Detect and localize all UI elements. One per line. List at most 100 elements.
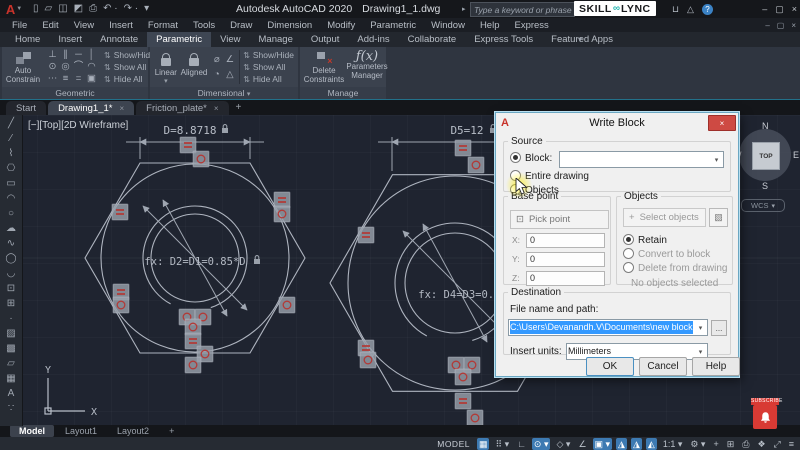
line-tool-icon[interactable]: ╱ (8, 116, 14, 131)
file-tab-friction-plate[interactable]: Friction_plate* × (136, 101, 229, 115)
constraint-icon[interactable]: ⋯ (46, 73, 59, 85)
grid-icon[interactable]: ▦ (476, 437, 490, 450)
region-icon[interactable]: ▱ (7, 356, 15, 371)
quick-select-button[interactable]: ▧ (709, 208, 728, 227)
constraint-icon[interactable]: ⌒ (72, 61, 85, 73)
show-all-button[interactable]: ⇅ Show All (104, 62, 155, 72)
file-tab-drawing1[interactable]: Drawing1_1* × (48, 101, 135, 115)
hide-all-button[interactable]: ⇅ Hide All (243, 74, 294, 84)
file-path-combo[interactable]: C:\Users\Devanandh.V\Documents\new block… (508, 319, 708, 336)
ribbon-tab[interactable]: Home (6, 32, 49, 47)
wcs-dropdown[interactable]: WCS ▾ (741, 199, 785, 212)
panel-label-geometric[interactable]: Geometric (2, 87, 148, 99)
viewport-controls[interactable]: [−][Top][2D Wireframe] (28, 120, 128, 131)
ortho-icon[interactable]: ∟ (515, 438, 528, 450)
ucs-icon[interactable] (44, 378, 85, 415)
constraint-icon[interactable]: ▣ (85, 73, 98, 85)
constraint-icon[interactable]: ∥ (59, 49, 72, 61)
annotation-scale-icon[interactable]: ◭ (645, 437, 657, 450)
menu-item[interactable]: Help (480, 20, 500, 31)
constraint-icon[interactable]: ⊙ (46, 61, 59, 73)
doc-minimize-button[interactable]: – (765, 21, 769, 30)
point-icon[interactable]: · (9, 311, 12, 326)
viewcube-south[interactable]: S (762, 181, 768, 191)
y-input[interactable]: 0 (526, 252, 605, 267)
isolate-objects-icon[interactable]: ⤢ (772, 438, 783, 450)
gradient-icon[interactable]: ▩ (6, 341, 15, 356)
annotation-autoscale-icon[interactable]: ◮ (630, 437, 642, 450)
fx-expression-left[interactable]: fx: D2=D1=0.85*D (144, 256, 245, 268)
dialog-close-button[interactable]: × (708, 115, 736, 131)
menu-item[interactable]: Window (431, 20, 465, 31)
select-objects-button[interactable]: + Select objects (623, 208, 706, 227)
menu-item[interactable]: Draw (230, 20, 252, 31)
radio-delete-from-drawing[interactable]: Delete from drawing (623, 262, 727, 274)
ribbon-display-icon[interactable]: ▾ (578, 32, 582, 47)
ok-button[interactable]: OK (586, 357, 634, 376)
scale-control[interactable]: 1:1 ▾ (661, 438, 685, 450)
menu-item[interactable]: View (74, 20, 94, 31)
subscribe-bell-button[interactable] (753, 405, 777, 429)
constraint-icon[interactable]: ⊥ (46, 49, 59, 61)
annotation-visibility-icon[interactable]: ◮ (616, 437, 627, 450)
close-button[interactable]: × (792, 4, 797, 14)
file-tab-start[interactable]: Start (6, 101, 47, 115)
menu-item[interactable]: Express (514, 20, 548, 31)
polyline-icon[interactable]: ⌇ (9, 146, 14, 161)
constraint-icon[interactable]: ◎ (59, 61, 72, 73)
ellipse-arc-icon[interactable]: ◡ (7, 266, 16, 281)
system-monitor-icon[interactable]: ⊞ (725, 438, 737, 450)
aligned-constraint-button[interactable]: Aligned (181, 48, 207, 86)
restore-button[interactable]: ▢ (775, 4, 784, 15)
show-hide-button[interactable]: ⇅ Show/Hide (104, 50, 155, 60)
save-icon[interactable]: ◫ (58, 1, 67, 17)
qat-customize-icon[interactable]: ▾ (144, 1, 149, 17)
point-markers-icon[interactable]: ∵ (8, 401, 14, 416)
autocad-app-menu[interactable]: A ▼ (3, 1, 25, 17)
osnap-icon[interactable]: ▣ ▾ (592, 437, 613, 450)
menu-item[interactable]: File (12, 20, 27, 31)
customization-menu-icon[interactable]: ≡ (787, 438, 796, 450)
subscribe-overlay[interactable]: SUBSCRIBE (751, 398, 782, 429)
model-tab[interactable]: Model (10, 425, 54, 437)
dimension-text-left[interactable]: D=8.8718 (164, 124, 217, 137)
polygon-icon[interactable]: ⎔ (7, 161, 16, 176)
ribbon-tab[interactable]: Add-ins (348, 32, 398, 47)
plot-icon[interactable]: ⎙ (89, 1, 97, 17)
dimension-text-right[interactable]: D5=12 (450, 124, 483, 137)
block-name-dropdown[interactable]: ▾ (559, 151, 724, 168)
revision-cloud-icon[interactable]: ☁ (6, 221, 16, 236)
viewcube-top-face[interactable]: TOP (752, 142, 780, 170)
layout2-tab[interactable]: Layout2 (108, 425, 158, 437)
layout1-tab[interactable]: Layout1 (56, 425, 106, 437)
snap-mode-icon[interactable]: ⠿ ▾ (493, 438, 511, 450)
show-hide-button[interactable]: ⇅ Show/Hide (243, 50, 294, 60)
cart-icon[interactable]: ⊔ (672, 4, 679, 15)
show-all-button[interactable]: ⇅ Show All (243, 62, 294, 72)
viewcube-east[interactable]: E (793, 150, 799, 160)
radio-block[interactable]: Block: (510, 152, 552, 164)
dimensional-constraint-icon[interactable]: ⌀ (210, 52, 223, 67)
plot-icon[interactable]: ⎙ (740, 438, 751, 450)
ribbon-tab[interactable]: Annotate (91, 32, 147, 47)
alert-icon[interactable]: △ (687, 4, 694, 15)
cancel-button[interactable]: Cancel (639, 357, 687, 376)
ellipse-icon[interactable]: ◯ (5, 251, 16, 266)
close-icon[interactable]: × (119, 104, 124, 113)
constraint-icon[interactable]: │ (85, 49, 98, 61)
file-path-value[interactable]: C:\Users\Devanandh.V\Documents\new block… (510, 321, 693, 334)
plus-icon[interactable]: + (711, 438, 720, 450)
ribbon-tab[interactable]: Parametric (147, 32, 212, 47)
menu-item[interactable]: Modify (327, 20, 355, 31)
radio-convert-to-block[interactable]: Convert to block (623, 248, 710, 260)
radio-button[interactable] (623, 248, 634, 259)
ribbon-tab[interactable]: Express Tools (465, 32, 542, 47)
ribbon-tab[interactable]: Collaborate (399, 32, 466, 47)
view-cube[interactable]: N S W E TOP (733, 121, 799, 197)
help-icon[interactable]: ? (701, 3, 713, 15)
spline-icon[interactable]: ∿ (7, 236, 15, 251)
constraint-icon[interactable]: ─ (72, 49, 85, 61)
search-input[interactable]: Type a keyword or phrase (470, 2, 575, 17)
menu-item[interactable]: Dimension (267, 20, 312, 31)
ribbon-tab[interactable]: Insert (49, 32, 91, 47)
